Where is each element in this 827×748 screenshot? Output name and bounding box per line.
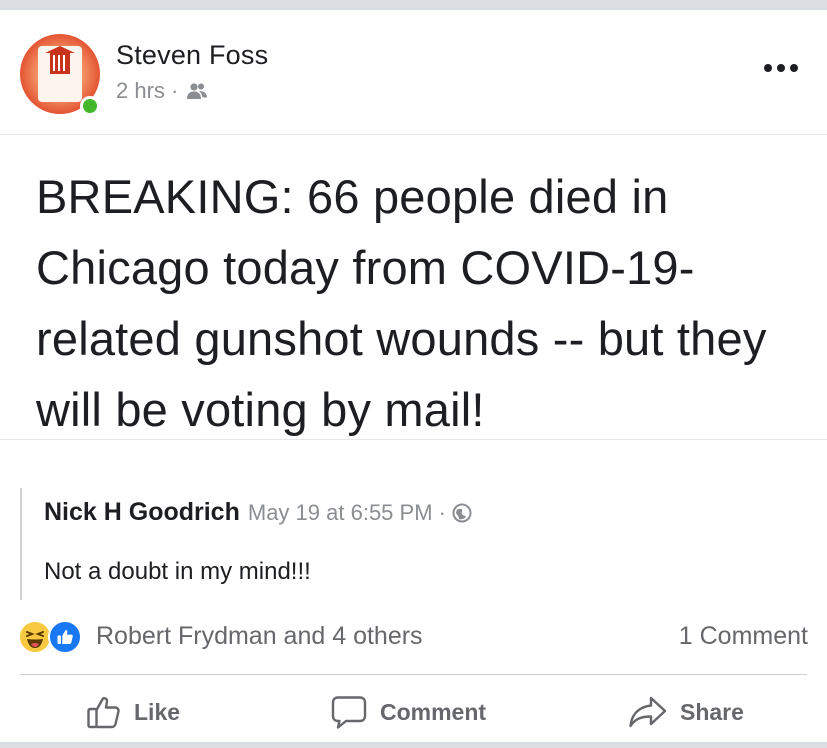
comment-count-link[interactable]: 1 Comment: [679, 622, 808, 651]
share-label: Share: [680, 698, 744, 725]
commenter-name[interactable]: Nick H Goodrich: [44, 498, 240, 527]
comment-timestamp: May 19 at 6:55 PM ·: [248, 500, 472, 526]
feed-separator: [0, 742, 827, 748]
like-button[interactable]: Like: [86, 694, 180, 730]
reaction-icons[interactable]: [18, 620, 88, 654]
dot-icon: [777, 64, 785, 72]
dot-icon: [764, 64, 772, 72]
post-header: Steven Foss 2 hrs ·: [0, 10, 827, 136]
quoted-comment-text: Not a doubt in my mind!!!: [44, 558, 311, 585]
author-name[interactable]: Steven Foss: [116, 40, 268, 71]
reactions-bar: Robert Frydman and 4 others 1 Comment: [18, 618, 808, 658]
post-image-text: BREAKING: 66 people died in Chicago toda…: [36, 170, 767, 436]
friends-audience-icon[interactable]: [186, 82, 208, 100]
action-bar: Like Comment Share: [0, 686, 827, 742]
actions-divider: [20, 674, 807, 675]
post-image[interactable]: BREAKING: 66 people died in Chicago toda…: [0, 134, 827, 440]
post-timestamp[interactable]: 2 hrs ·: [116, 78, 178, 104]
post-meta: 2 hrs ·: [116, 78, 208, 104]
quoted-comment: Nick H Goodrich May 19 at 6:55 PM · Not …: [20, 488, 810, 600]
like-label: Like: [134, 698, 181, 725]
globe-public-icon: [452, 503, 472, 523]
comment-bubble-icon: [331, 696, 367, 729]
housing-logo: [38, 46, 82, 102]
comment-time-text[interactable]: May 19 at 6:55 PM ·: [248, 500, 446, 526]
online-status-indicator: [80, 96, 100, 116]
thumbs-up-icon: [87, 697, 120, 729]
haha-reaction-icon: [18, 620, 52, 654]
share-arrow-icon: [629, 696, 667, 728]
dot-icon: [790, 64, 798, 72]
like-reaction-icon: [48, 620, 82, 654]
reaction-names-link[interactable]: Robert Frydman and 4 others: [96, 622, 423, 651]
comment-label: Comment: [380, 698, 487, 725]
logo-building-shape: [50, 52, 70, 74]
comment-button[interactable]: Comment: [330, 694, 486, 730]
post-card: Steven Foss 2 hrs · BREAKING: 66 people …: [0, 10, 827, 742]
quoted-comment-header: Nick H Goodrich May 19 at 6:55 PM ·: [44, 498, 472, 527]
share-button[interactable]: Share: [628, 694, 744, 730]
more-options-button[interactable]: [764, 60, 804, 76]
author-avatar[interactable]: [20, 34, 100, 116]
